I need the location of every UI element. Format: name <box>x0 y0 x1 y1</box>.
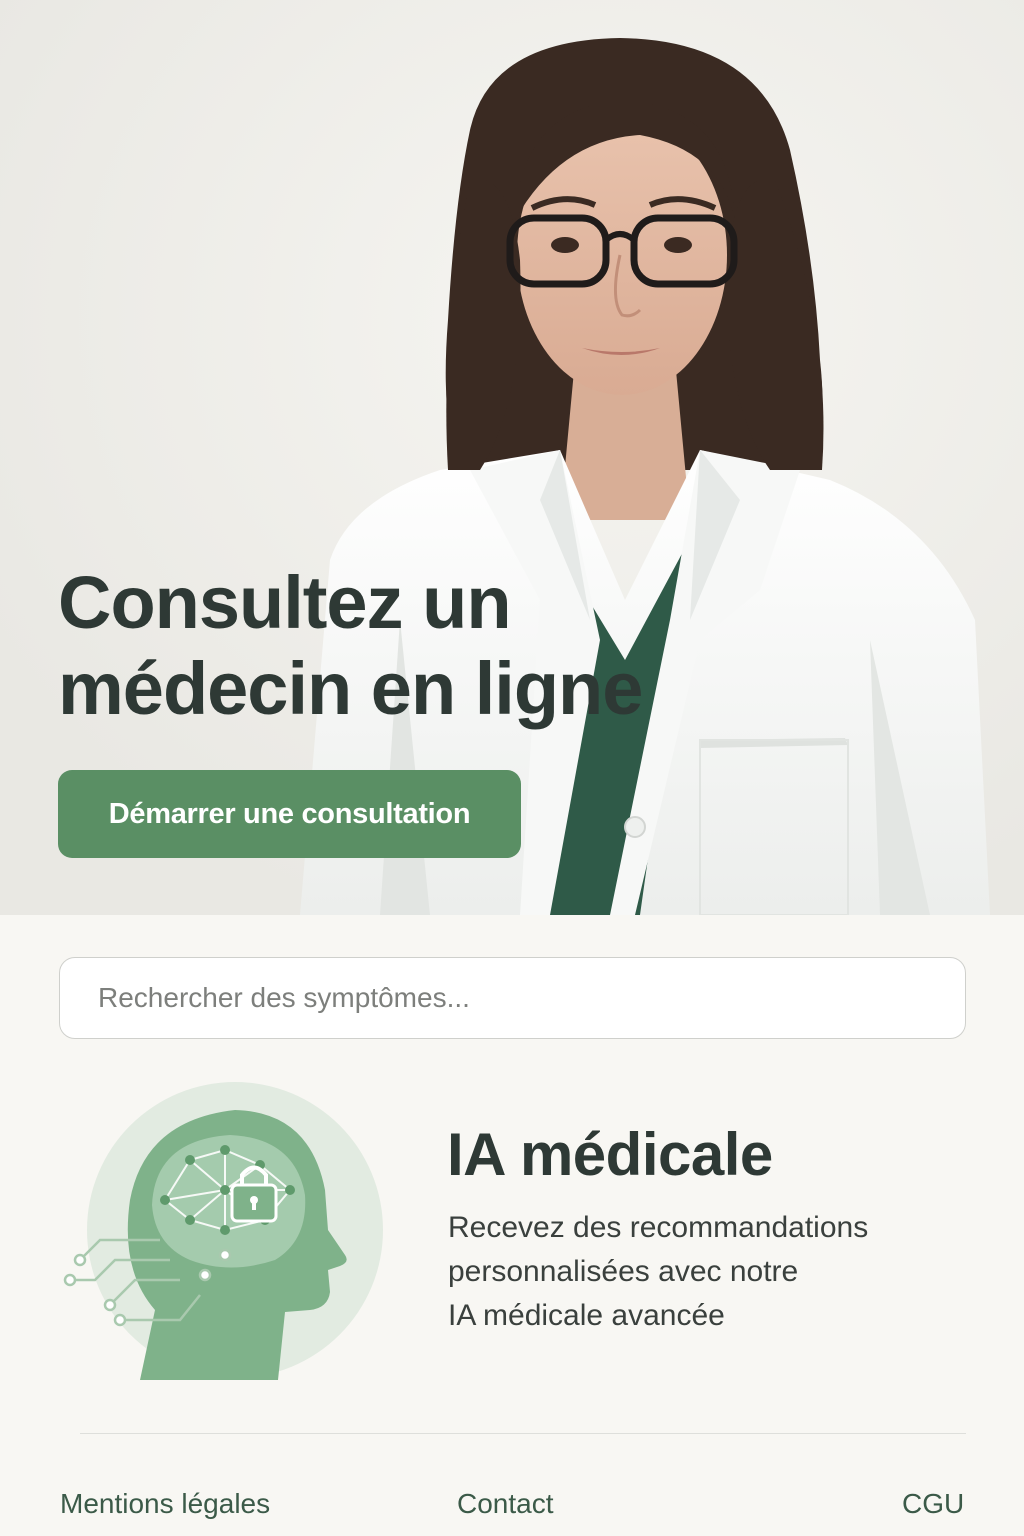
hero-title: Consultez un médecin en ligne <box>58 560 778 732</box>
feature-title: IA médicale <box>447 1121 773 1188</box>
footer-divider <box>80 1433 966 1434</box>
search-box[interactable] <box>59 957 966 1039</box>
feature-desc-line1: Recevez des recommandations <box>448 1211 869 1244</box>
footer-link-contact[interactable]: Contact <box>457 1488 554 1520</box>
hero-title-line1: Consultez un <box>58 561 512 644</box>
feature-desc-line3: IA médicale avancée <box>448 1299 725 1332</box>
hero-title-line2: médecin en ligne <box>58 647 643 730</box>
feature-description: Recevez des recommandations personnalisé… <box>448 1206 948 1338</box>
search-input[interactable] <box>98 982 965 1014</box>
start-consultation-button[interactable]: Démarrer une consultation <box>58 770 521 858</box>
footer-link-mentions-legales[interactable]: Mentions légales <box>60 1488 270 1520</box>
hero-section: Consultez un médecin en ligne Démarrer u… <box>0 0 1024 915</box>
ai-head-lock-icon <box>63 1082 383 1380</box>
footer-link-cgu[interactable]: CGU <box>902 1488 964 1520</box>
feature-desc-line2: personnalisées avec notre <box>448 1255 799 1288</box>
